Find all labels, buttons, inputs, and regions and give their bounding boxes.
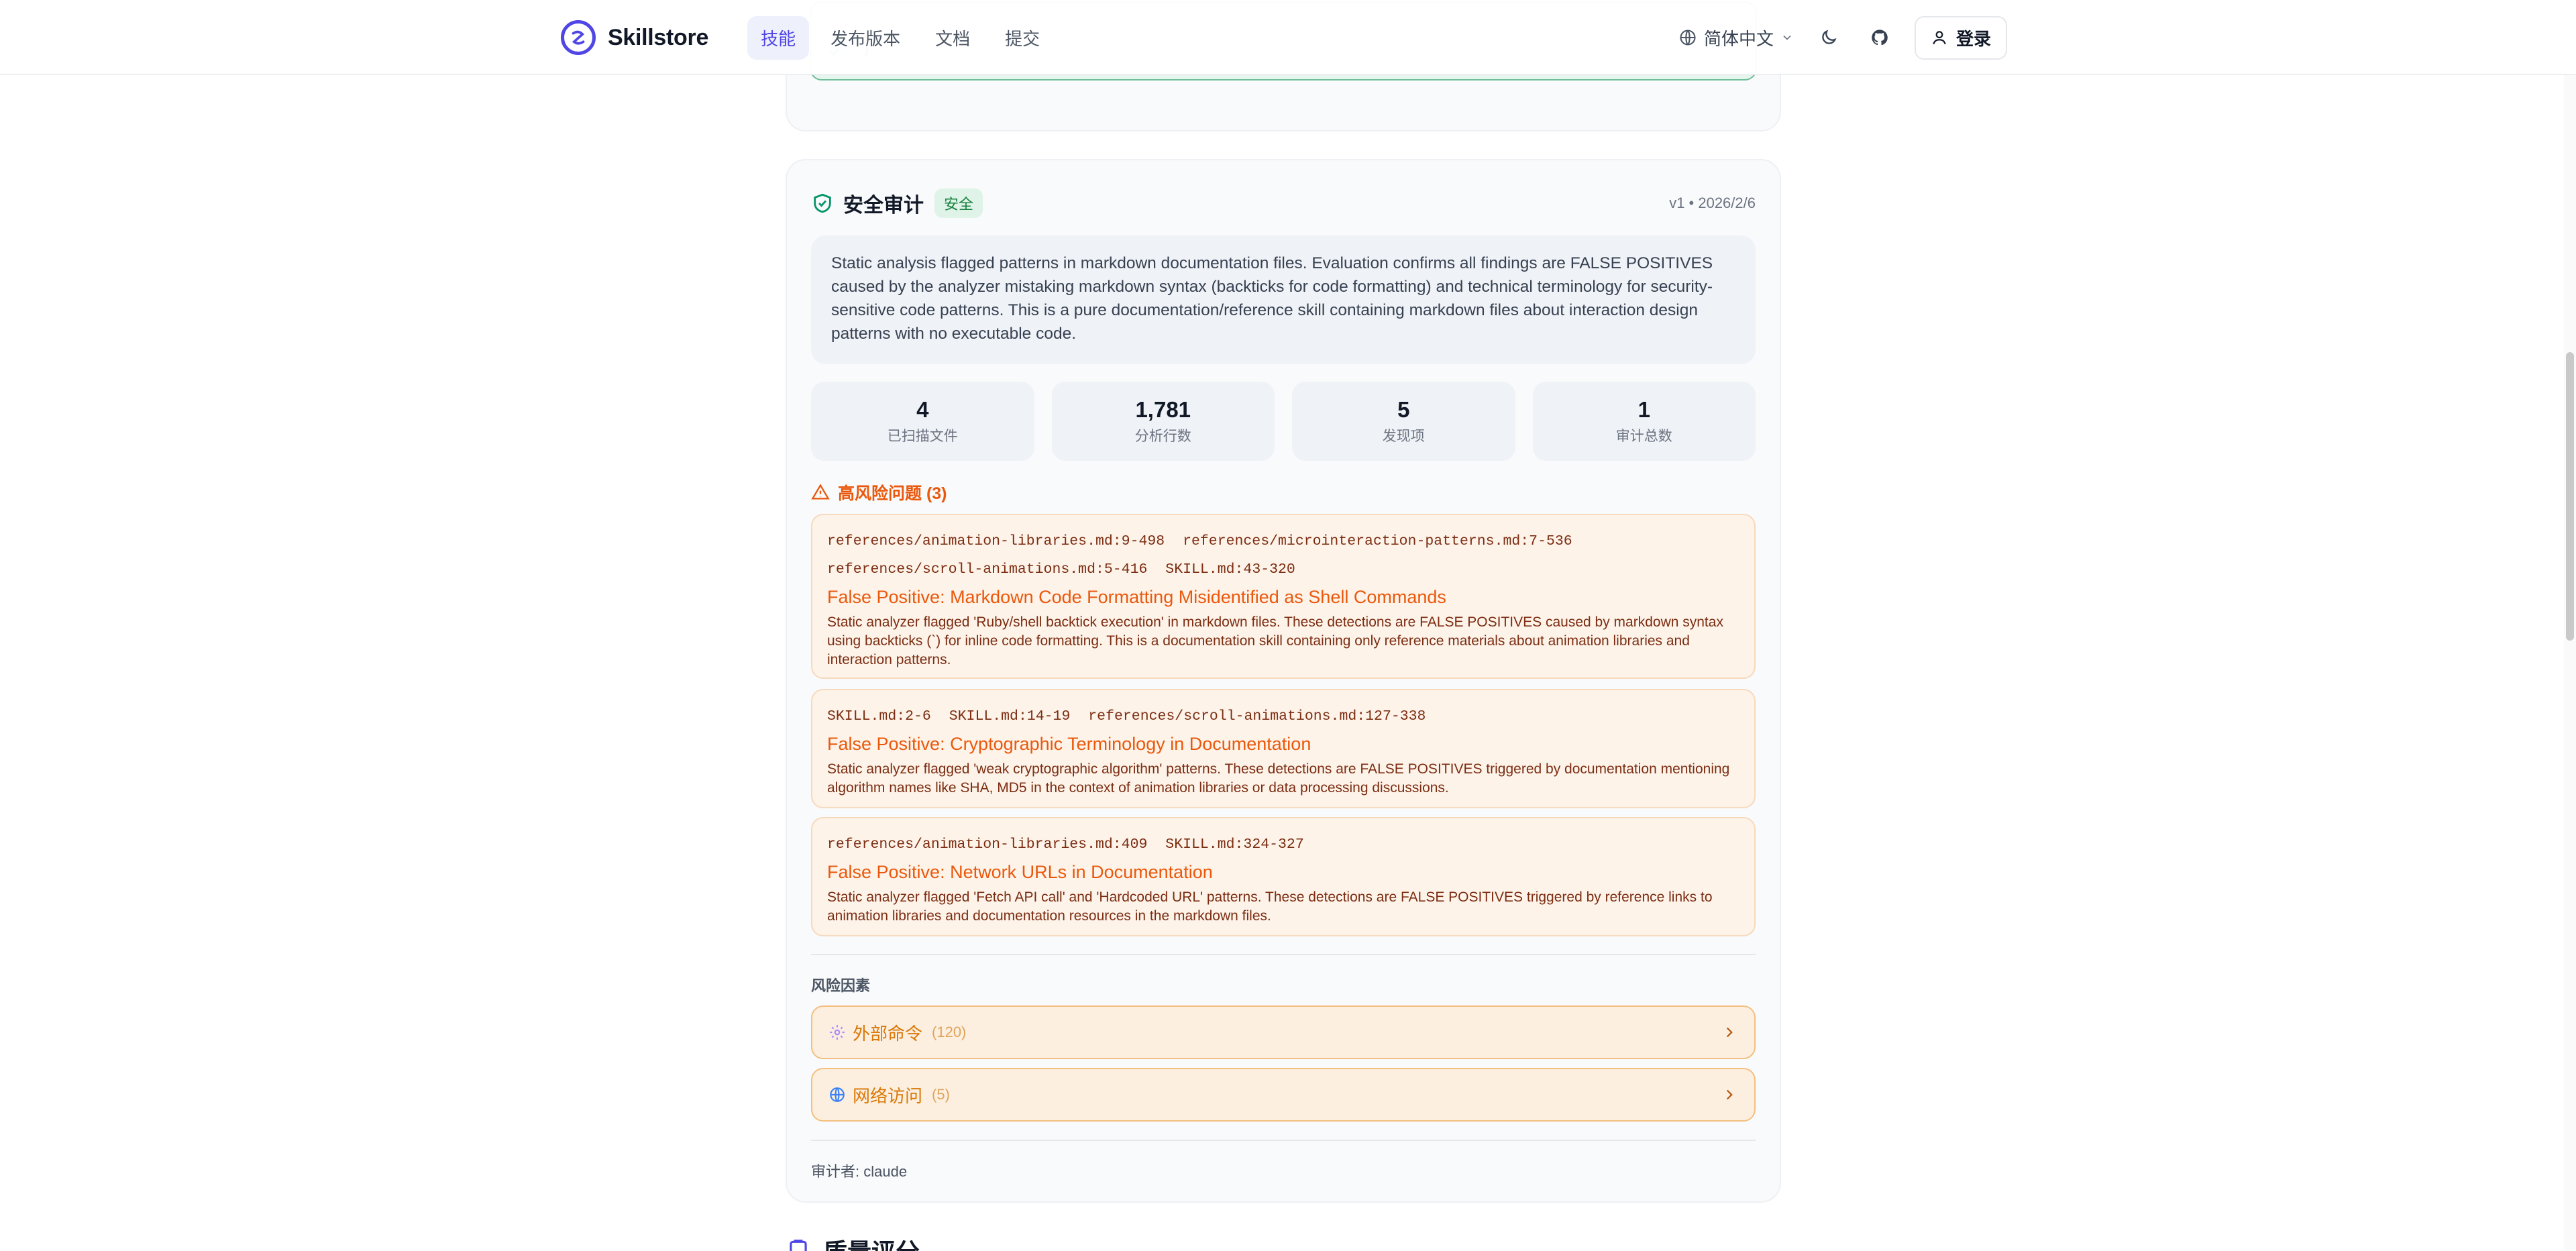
file-ref: references/scroll-animations.md:5-416: [827, 561, 1148, 578]
quality-score-title: 质量评分: [823, 1233, 920, 1251]
clipboard-icon: [790, 1240, 807, 1251]
file-ref: SKILL.md:324-327: [1165, 836, 1304, 853]
issue-card: SKILL.md:2-6 SKILL.md:14-19 references/s…: [811, 689, 1756, 808]
issue-title: False Positive: Cryptographic Terminolog…: [827, 734, 1311, 754]
divider: [811, 1140, 1756, 1141]
issue-description: Static analyzer flagged 'weak cryptograp…: [827, 761, 1730, 796]
issue-description: Static analyzer flagged 'Fetch API call'…: [827, 889, 1713, 924]
issue-card: references/animation-libraries.md:409 SK…: [811, 817, 1756, 936]
stat-total-audits: 1 审计总数: [1532, 382, 1756, 461]
issue-title: False Positive: Network URLs in Document…: [827, 862, 1213, 882]
stat-value: 1: [1638, 397, 1650, 422]
user-icon: [1933, 31, 1946, 45]
chevron-right-icon: [1726, 1027, 1733, 1038]
high-risk-heading: 高风险问题 (3): [811, 480, 947, 504]
issue-file-refs: references/animation-libraries.md:9-498 …: [827, 527, 1739, 584]
github-link[interactable]: [1864, 21, 1896, 54]
stat-value: 1,781: [1135, 397, 1191, 422]
divider: [811, 954, 1756, 955]
file-ref: references/animation-libraries.md:409: [827, 836, 1148, 853]
security-audit-card: 安全审计 安全 v1 • 2026/2/6 Static analysis fl…: [786, 159, 1781, 1203]
issue-file-refs: SKILL.md:2-6 SKILL.md:14-19 references/s…: [827, 702, 1739, 730]
file-ref: SKILL.md:14-19: [949, 708, 1071, 724]
stat-label: 发现项: [1382, 429, 1425, 444]
stat-label: 分析行数: [1134, 429, 1191, 444]
brand-name: Skillstore: [608, 24, 709, 50]
stat-findings: 5 发现项: [1292, 382, 1515, 461]
audit-header: 安全审计 安全 v1 • 2026/2/6: [811, 184, 1756, 222]
stat-value: 4: [916, 397, 929, 422]
moon-icon: [1822, 30, 1837, 44]
language-switcher[interactable]: 简体中文: [1678, 25, 1794, 50]
chevron-down-icon: [1783, 35, 1791, 40]
top-navbar: Skillstore 技能 发布版本 文档 提交 简体中文 登录: [0, 0, 2576, 75]
skillstore-logo-icon: [561, 20, 596, 55]
file-ref: SKILL.md:43-320: [1165, 561, 1295, 578]
file-ref: references/scroll-animations.md:127-338: [1088, 708, 1426, 724]
warning-triangle-icon: [811, 484, 830, 500]
file-ref: SKILL.md:2-6: [827, 708, 931, 724]
nav-releases[interactable]: 发布版本: [817, 16, 914, 60]
status-badge: 安全: [934, 188, 983, 218]
gear-icon: [830, 1025, 845, 1040]
theme-toggle-button[interactable]: [1813, 21, 1845, 54]
brand-logo[interactable]: Skillstore: [561, 20, 708, 55]
risk-factor-count: (120): [932, 1024, 967, 1040]
auditor-label: 审计者: claude: [811, 1163, 908, 1180]
risk-factor-label: 外部命令: [853, 1023, 923, 1044]
audit-stats: 4 已扫描文件 1,781 分析行数 5 发现项 1 审计总数: [811, 382, 1756, 461]
stat-lines-analyzed: 1,781 分析行数: [1051, 382, 1275, 461]
quality-score-heading: 质量评分: [786, 1233, 920, 1251]
file-ref: references/microinteraction-patterns.md:…: [1183, 533, 1572, 549]
issue-description: Static analyzer flagged 'Ruby/shell back…: [827, 614, 1723, 667]
issue-title: False Positive: Markdown Code Formatting…: [827, 587, 1446, 607]
risk-factor-label: 网络访问: [853, 1085, 923, 1106]
audit-version-date: v1 • 2026/2/6: [1669, 195, 1756, 211]
nav-skills[interactable]: 技能: [747, 15, 810, 60]
issue-file-refs: references/animation-libraries.md:409 SK…: [827, 830, 1739, 859]
stat-label: 审计总数: [1615, 429, 1672, 444]
risk-factor-external-commands[interactable]: 外部命令 (120): [811, 1005, 1756, 1059]
main-nav: 技能 发布版本 文档 提交: [747, 15, 1053, 60]
chevron-right-icon: [1726, 1089, 1733, 1100]
github-icon: [1872, 30, 1888, 46]
globe-icon: [830, 1087, 845, 1102]
risk-factors-label: 风险因素: [811, 977, 871, 994]
risk-factor-count: (5): [932, 1086, 950, 1103]
globe-icon: [1680, 30, 1696, 46]
nav-submit[interactable]: 提交: [991, 16, 1053, 60]
stat-label: 已扫描文件: [887, 429, 958, 444]
shield-check-icon: [814, 193, 831, 213]
risk-factor-network-access[interactable]: 网络访问 (5): [811, 1068, 1756, 1122]
file-ref: references/animation-libraries.md:9-498: [827, 533, 1165, 549]
audit-summary: Static analysis flagged patterns in mark…: [811, 235, 1756, 364]
nav-docs[interactable]: 文档: [922, 16, 983, 60]
language-label: 简体中文: [1703, 28, 1774, 49]
stat-files-scanned: 4 已扫描文件: [811, 382, 1034, 461]
scrollbar-thumb[interactable]: [2566, 352, 2574, 641]
audit-title: 安全审计: [843, 195, 924, 217]
high-risk-label: 高风险问题 (3): [838, 484, 947, 503]
page-scrollbar[interactable]: [2564, 0, 2576, 1251]
issue-card: references/animation-libraries.md:9-498 …: [811, 514, 1756, 679]
stat-value: 5: [1397, 397, 1410, 422]
login-label: 登录: [1955, 28, 1991, 49]
login-button[interactable]: 登录: [1914, 15, 2007, 60]
